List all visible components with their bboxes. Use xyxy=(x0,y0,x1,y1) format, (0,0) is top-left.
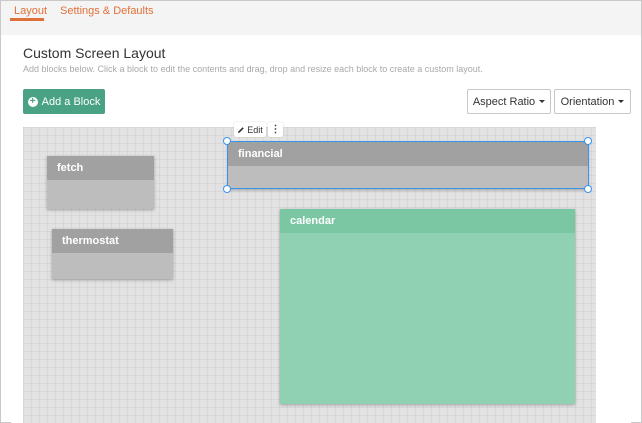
orientation-label: Orientation xyxy=(560,95,615,108)
orientation-dropdown[interactable]: Orientation xyxy=(554,89,631,114)
resize-handle-bottom-right[interactable] xyxy=(584,185,592,193)
plus-circle-icon: + xyxy=(27,96,38,107)
caret-down-icon xyxy=(618,100,625,103)
page-title: Custom Screen Layout xyxy=(23,45,166,61)
edit-label: Edit xyxy=(247,124,263,135)
caret-down-icon xyxy=(539,100,546,103)
block-financial[interactable]: financial xyxy=(228,142,588,189)
page-subtitle: Add blocks below. Click a block to edit … xyxy=(23,64,483,74)
block-title: calendar xyxy=(280,209,575,233)
block-title: thermostat xyxy=(52,229,173,253)
edit-block-button[interactable]: Edit xyxy=(234,122,266,137)
resize-handle-top-left[interactable] xyxy=(223,137,231,145)
aspect-ratio-dropdown[interactable]: Aspect Ratio xyxy=(467,89,551,114)
block-title: fetch xyxy=(47,156,154,180)
block-title: financial xyxy=(228,142,588,166)
block-calendar[interactable]: calendar xyxy=(280,209,575,404)
block-fetch[interactable]: fetch xyxy=(47,156,154,209)
add-block-button[interactable]: + Add a Block xyxy=(23,89,105,114)
block-thermostat[interactable]: thermostat xyxy=(52,229,173,279)
tab-layout[interactable]: Layout xyxy=(14,5,47,17)
resize-handle-top-right[interactable] xyxy=(584,137,592,145)
more-options-button[interactable]: ⋮ xyxy=(268,122,283,137)
resize-handle-bottom-left[interactable] xyxy=(223,185,231,193)
add-block-label: Add a Block xyxy=(41,95,101,108)
tab-bar: Layout Settings & Defaults xyxy=(1,1,641,35)
aspect-ratio-label: Aspect Ratio xyxy=(472,95,536,108)
active-tab-indicator xyxy=(10,18,44,21)
tab-settings-defaults[interactable]: Settings & Defaults xyxy=(60,5,154,17)
pencil-icon xyxy=(238,126,245,133)
